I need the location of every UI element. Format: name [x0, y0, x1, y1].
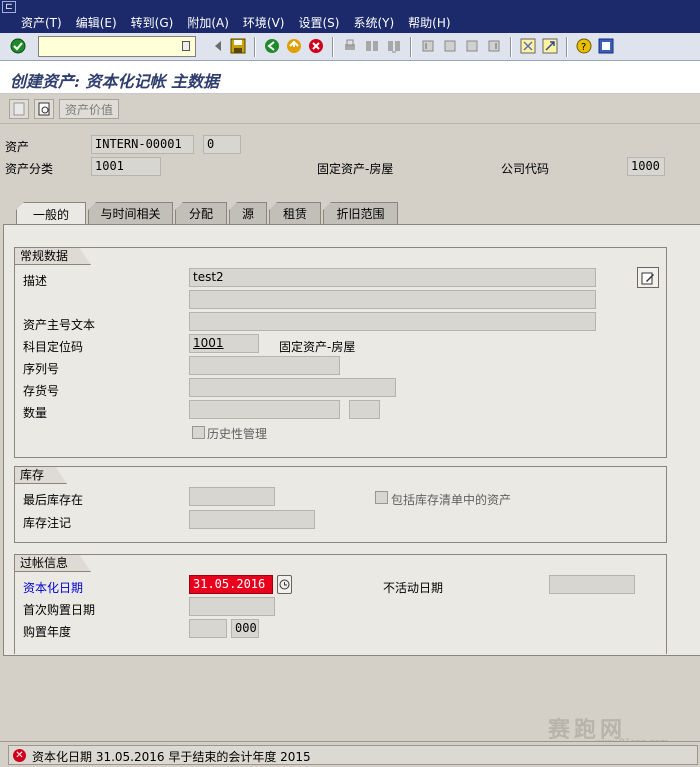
- error-icon: ✕: [13, 749, 26, 762]
- status-message: 资本化日期 31.05.2016 早于结束的会计年度 2015: [32, 750, 311, 764]
- quantity-label: 数量: [23, 406, 48, 420]
- posting-info-group: 过帐信息 资本化日期 31.05.2016 不活动日期 首次购置日期 购置年度 …: [14, 554, 667, 654]
- long-text-edit-icon[interactable]: [637, 267, 659, 288]
- menu-environment[interactable]: 环境(V): [243, 14, 285, 31]
- menu-edit[interactable]: 编辑(E): [76, 14, 117, 31]
- status-bar: ✕ 资本化日期 31.05.2016 早于结束的会计年度 2015: [0, 741, 700, 767]
- status-message-box[interactable]: ✕ 资本化日期 31.05.2016 早于结束的会计年度 2015: [8, 745, 698, 765]
- menu-asset[interactable]: 资产(T): [21, 14, 62, 31]
- asset-class-label: 资产分类: [5, 162, 54, 176]
- new-session-icon[interactable]: [520, 38, 536, 54]
- inventory-group: 库存 最后库存在 包括库存清单中的资产 库存注记: [14, 466, 667, 543]
- acq-year-label: 购置年度: [23, 625, 72, 639]
- serial-number-field[interactable]: [189, 356, 340, 375]
- display-change-icon[interactable]: [34, 99, 54, 119]
- title-bar: 创建资产: 资本化记帐 主数据: [0, 61, 700, 94]
- general-data-title: 常规数据: [14, 247, 91, 265]
- shortcut-icon[interactable]: [542, 38, 558, 54]
- quantity-unit-field[interactable]: [349, 400, 380, 419]
- description2-field[interactable]: [189, 290, 596, 309]
- tab-depreciation-areas[interactable]: 折旧范围: [323, 202, 398, 224]
- asset-class-field: 1001: [91, 157, 161, 176]
- deactivation-label: 不活动日期: [383, 581, 444, 595]
- asset-value-button[interactable]: 资产价值: [59, 99, 119, 119]
- enter-check-icon[interactable]: [10, 38, 26, 54]
- inventory-note-field[interactable]: [189, 510, 315, 529]
- include-inventory-checkbox[interactable]: [375, 491, 388, 504]
- acct-determination-field[interactable]: 1001: [189, 334, 259, 353]
- tab-assignment[interactable]: 分配: [175, 202, 227, 224]
- page-title: 创建资产: 资本化记帐 主数据: [10, 72, 220, 91]
- exit-icon[interactable]: [286, 38, 302, 54]
- main-text-field[interactable]: [189, 312, 596, 331]
- last-inventory-field[interactable]: [189, 487, 275, 506]
- first-acq-label: 首次购置日期: [23, 603, 96, 617]
- menu-extras[interactable]: 附加(A): [187, 14, 229, 31]
- menu-system[interactable]: 系统(Y): [353, 14, 394, 31]
- application-toolbar: 资产价值: [0, 94, 700, 124]
- inventory-number-label: 存货号: [23, 384, 60, 398]
- cancel-icon[interactable]: [308, 38, 324, 54]
- master-data-icon[interactable]: [9, 99, 29, 119]
- next-page-icon[interactable]: [464, 38, 480, 54]
- first-acq-field[interactable]: [189, 597, 275, 616]
- serial-number-label: 序列号: [23, 362, 60, 376]
- tab-general[interactable]: 一般的: [16, 202, 86, 226]
- last-inventory-label: 最后库存在: [23, 493, 84, 507]
- menu-goto[interactable]: 转到(G): [131, 14, 174, 31]
- save-icon[interactable]: [230, 38, 246, 54]
- customize-layout-icon[interactable]: [598, 38, 614, 54]
- help-icon[interactable]: ?: [576, 38, 592, 54]
- command-field[interactable]: [38, 36, 196, 57]
- calendar-icon[interactable]: [277, 575, 292, 594]
- description-label: 描述: [23, 274, 48, 288]
- company-code-field: 1000: [627, 157, 665, 176]
- back-icon[interactable]: [264, 38, 280, 54]
- svg-text:?: ?: [581, 42, 586, 53]
- cap-date-field[interactable]: 31.05.2016: [189, 575, 273, 594]
- company-code-label: 公司代码: [501, 162, 550, 176]
- asset-number-field: INTERN-00001: [91, 135, 194, 154]
- acq-year-field[interactable]: [189, 619, 227, 638]
- deactivation-field[interactable]: [549, 575, 635, 594]
- tab-time-dependent[interactable]: 与时间相关: [88, 202, 173, 224]
- tab-leasing[interactable]: 租赁: [269, 202, 321, 224]
- description-field[interactable]: test2: [189, 268, 596, 287]
- system-menu-icon[interactable]: ⊏: [2, 1, 16, 13]
- last-page-icon[interactable]: [486, 38, 502, 54]
- cap-date-label: 资本化日期: [23, 581, 84, 595]
- acct-determination-text: 固定资产-房屋: [279, 340, 356, 354]
- first-page-icon[interactable]: [420, 38, 436, 54]
- find-icon[interactable]: [364, 38, 380, 54]
- inventory-title: 库存: [14, 466, 67, 484]
- command-history-icon[interactable]: [182, 41, 190, 51]
- main-text-label: 资产主号文本: [23, 318, 96, 332]
- tab-origin[interactable]: 源: [229, 202, 267, 224]
- inventory-note-label: 库存注记: [23, 516, 72, 530]
- tab-panel-general: 常规数据 描述 test2 资产主号文本 科目定位码 1001 固定资产-房屋 …: [3, 224, 700, 656]
- posting-info-title: 过帐信息: [14, 554, 91, 572]
- print-icon[interactable]: [342, 38, 358, 54]
- previous-page-icon[interactable]: [442, 38, 458, 54]
- asset-subnumber-field: 0: [203, 135, 241, 154]
- acct-determination-label: 科目定位码: [23, 340, 84, 354]
- menu-items: 资产(T) 编辑(E) 转到(G) 附加(A) 环境(V) 设置(S) 系统(Y…: [21, 14, 451, 31]
- standard-toolbar: ?: [0, 33, 700, 61]
- menu-settings[interactable]: 设置(S): [298, 14, 339, 31]
- asset-class-text: 固定资产-房屋: [317, 162, 394, 176]
- find-next-icon[interactable]: [386, 38, 402, 54]
- include-inventory-label: 包括库存清单中的资产: [391, 493, 512, 507]
- menu-help[interactable]: 帮助(H): [408, 14, 450, 31]
- history-checkbox[interactable]: [192, 426, 205, 439]
- acq-period-field[interactable]: 000: [231, 619, 259, 638]
- menu-bar: ⊏ 资产(T) 编辑(E) 转到(G) 附加(A) 环境(V) 设置(S) 系统…: [0, 0, 700, 33]
- quantity-field[interactable]: [189, 400, 340, 419]
- inventory-number-field[interactable]: [189, 378, 396, 397]
- asset-label: 资产: [5, 140, 30, 154]
- collapse-arrow-icon[interactable]: [210, 38, 226, 54]
- general-data-group: 常规数据 描述 test2 资产主号文本 科目定位码 1001 固定资产-房屋 …: [14, 247, 667, 458]
- history-label: 历史性管理: [207, 427, 268, 441]
